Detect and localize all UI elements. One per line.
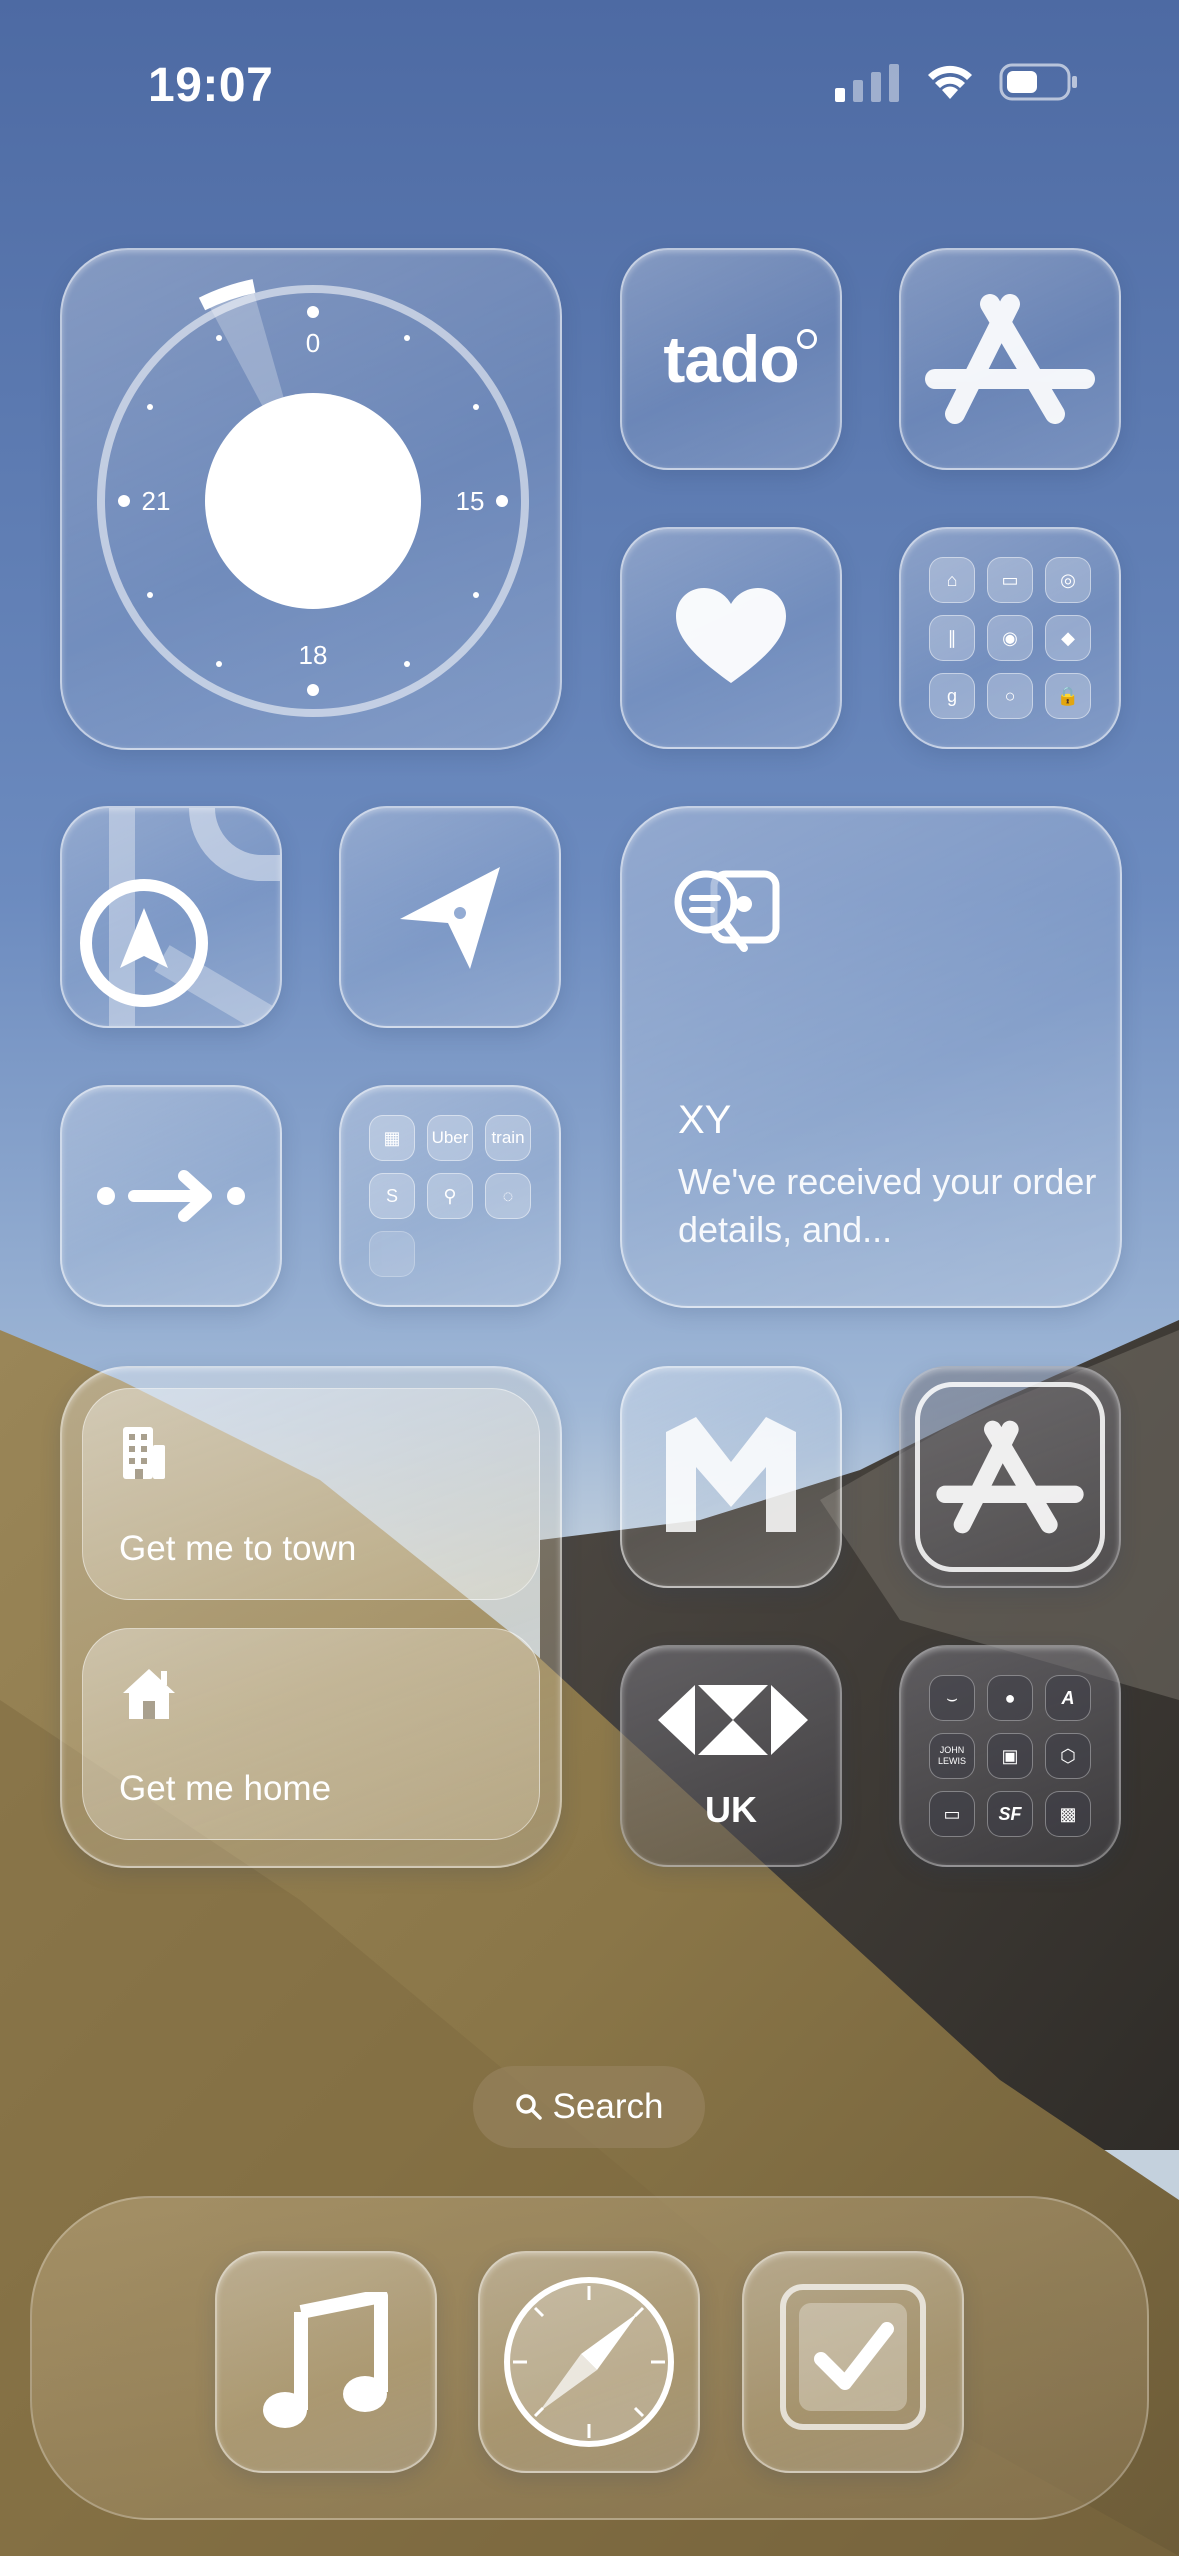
app-tado[interactable]: tado [620, 248, 842, 470]
mini-radar-icon: ◉ [987, 615, 1033, 661]
house-icon [123, 1669, 175, 1719]
mini-a-icon: A [1045, 1675, 1091, 1721]
clock-label-left: 21 [142, 486, 171, 516]
app-hsbc-uk[interactable]: UK [620, 1645, 842, 1867]
mini-john-lewis-icon: JOHN LEWIS [929, 1733, 975, 1779]
mini-empty-icon [369, 1231, 415, 1277]
notification-title: XY [678, 1098, 732, 1142]
tado-wordmark: tado [663, 322, 799, 396]
mini-uber-label: Uber [431, 1128, 469, 1147]
mini-package-icon: ▩ [1045, 1791, 1091, 1837]
mini-train-label: train [491, 1128, 525, 1147]
shortcut-get-me-home[interactable]: Get me home [82, 1628, 540, 1840]
shortcut-get-me-to-town[interactable]: Get me to town [82, 1388, 540, 1600]
mini-lock-icon: 🔒 [1045, 673, 1091, 719]
mini-home-icon: ⌂ [929, 557, 975, 603]
clock-widget[interactable]: 0 15 18 21 [60, 248, 562, 750]
mini-train-icon: train [485, 1115, 531, 1161]
building-icon [123, 1427, 165, 1479]
clock-label-bottom: 18 [299, 640, 328, 670]
wifi-icon [928, 65, 972, 99]
notification-widget[interactable]: XY We've received your order details, an… [620, 806, 1122, 1308]
mini-pin-icon: ⚲ [427, 1173, 473, 1219]
app-app-store[interactable] [899, 248, 1121, 470]
mini-grid-icon: ▦ [369, 1115, 415, 1161]
app-m-bank[interactable] [620, 1366, 842, 1588]
dock-app-safari[interactable] [478, 2251, 700, 2473]
battery-icon [999, 63, 1077, 101]
app-navigation[interactable] [339, 806, 561, 1028]
status-icons [835, 62, 1079, 102]
folder-transport[interactable]: ▦ Uber train S ⚲ ◌ [339, 1085, 561, 1307]
mini-sf-icon: SF [987, 1791, 1033, 1837]
mini-diamond-icon: ◆ [1045, 615, 1091, 661]
app-store-dark-inner [915, 1382, 1105, 1572]
hsbc-hexagon-icon [658, 1685, 808, 1755]
mini-voice-memo-icon: ∥ [929, 615, 975, 661]
mini-box-icon: ⬡ [1045, 1733, 1091, 1779]
clock-dial: 0 15 18 21 [97, 279, 529, 717]
tado-logo: tado [663, 321, 817, 397]
shortcuts-widget: Get me to town Get me home [60, 1366, 562, 1868]
mini-bag-icon: ▣ [987, 1733, 1033, 1779]
mini-g-icon: g [929, 673, 975, 719]
m-logo-icon [666, 1417, 796, 1532]
mini-jl-label: JOHN LEWIS [937, 1745, 966, 1766]
search-message-icon [674, 870, 780, 952]
hsbc-label: UK [705, 1789, 757, 1830]
clock-label-right: 15 [456, 486, 485, 516]
directions-arrow-icon [97, 1170, 245, 1222]
mini-uber-icon: Uber [427, 1115, 473, 1161]
shortcut-label-home: Get me home [119, 1769, 332, 1808]
app-health[interactable] [620, 527, 842, 749]
compass-icon [504, 2277, 674, 2447]
mini-compass-icon: ◎ [1045, 557, 1091, 603]
mini-blob-icon: ● [987, 1675, 1033, 1721]
app-directions[interactable] [60, 1085, 282, 1307]
location-arrow-icon [400, 867, 500, 969]
app-store-icon [925, 294, 1095, 424]
mini-ring-icon: ○ [987, 673, 1033, 719]
music-note-icon [263, 2292, 388, 2428]
search-icon [515, 2094, 542, 2120]
mini-amazon-icon: ⌣ [929, 1675, 975, 1721]
app-app-store-dark[interactable] [899, 1366, 1121, 1588]
mini-ikea-icon: ▭ [929, 1791, 975, 1837]
cellular-signal-icon [835, 64, 899, 102]
mini-loop-icon: ◌ [485, 1173, 531, 1219]
folder-home-utilities[interactable]: ⌂ ▭ ◎ ∥ ◉ ◆ g ○ 🔒 [899, 527, 1121, 749]
clock-label-top: 0 [306, 328, 320, 358]
heart-icon [676, 588, 786, 683]
notification-body: We've received your order details, and..… [678, 1161, 1097, 1250]
dock-app-music[interactable] [215, 2251, 437, 2473]
mini-wallet-icon: ▭ [987, 557, 1033, 603]
search-pill[interactable]: Search [473, 2066, 705, 2148]
dock-app-reminders[interactable] [742, 2251, 964, 2473]
search-label: Search [552, 2087, 664, 2126]
status-time: 19:07 [148, 59, 274, 112]
mini-s-icon: S [369, 1173, 415, 1219]
maps-icon [80, 808, 280, 1026]
app-maps[interactable] [60, 806, 282, 1028]
checkbox-icon [780, 2284, 926, 2430]
folder-shopping[interactable]: ⌣ ● A JOHN LEWIS ▣ ⬡ ▭ SF ▩ [899, 1645, 1121, 1867]
shortcut-label-town: Get me to town [119, 1529, 357, 1568]
